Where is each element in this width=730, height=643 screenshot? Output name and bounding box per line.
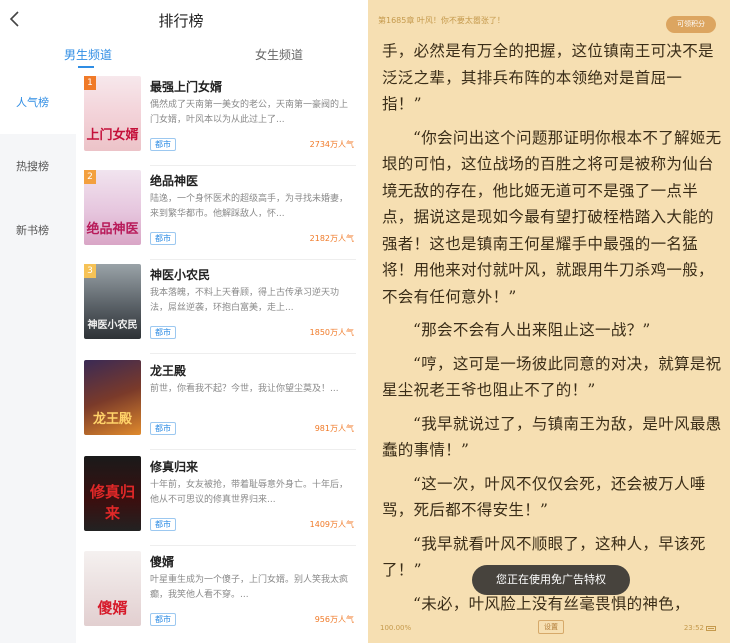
book-title[interactable]: 神医小农民: [150, 266, 210, 283]
divider: [150, 165, 356, 166]
book-list-item[interactable]: 绝品神医 2 绝品神医 陆逸，一个身怀医术的超级高手，为寻找未婚妻，来到繁华都市…: [82, 170, 356, 260]
nav-item-label: 人气榜: [16, 96, 49, 109]
book-title[interactable]: 傻婿: [150, 553, 174, 570]
battery-icon: [706, 625, 716, 631]
divider: [150, 545, 356, 546]
ranking-side-nav: 人气榜 热搜榜 新书榜: [0, 70, 76, 643]
chapter-text: 手，必然是有万全的把握，这位镇南王可决不是泛泛之辈，其排兵布阵的本领绝对是首屈一…: [382, 38, 722, 624]
book-title[interactable]: 绝品神医: [150, 172, 198, 189]
nav-item-label: 热搜榜: [16, 160, 49, 173]
reading-progress: 100.00%: [380, 624, 412, 632]
book-cover[interactable]: 龙王殿: [84, 360, 141, 435]
cover-title: 龙王殿: [92, 412, 132, 427]
book-list-item[interactable]: 傻婿 傻婿 叶星重生成为一个傻子，上门女婿。别人笑我太疯癫，我笑他人看不穿。..…: [82, 551, 356, 641]
cover-title: 傻婿: [97, 599, 128, 617]
cover-title: 上门女婿: [86, 128, 139, 143]
popularity-count: 956万人气: [314, 615, 354, 624]
popularity-count: 2734万人气: [309, 140, 354, 149]
clock: 23:52: [683, 624, 704, 632]
chapter-header: 第1685章 叶风！你不要太嚣张了！: [378, 16, 505, 25]
status-time: 23:52: [684, 624, 716, 632]
popularity-count: 981万人气: [314, 424, 354, 433]
book-description: 偶然成了天南第一美女的老公，天南第一豪阀的上门女婿，叶风本以为从此过上了...: [150, 100, 349, 125]
tab-male-channel[interactable]: 男生频道: [64, 46, 112, 63]
genre-tag: 都市: [150, 138, 176, 151]
divider: [150, 449, 356, 450]
book-description: 叶星重生成为一个傻子，上门女婿。别人笑我太疯癫，我笑他人看不穿。...: [150, 575, 349, 600]
book-title[interactable]: 龙王殿: [150, 362, 186, 379]
genre-tag: 都市: [150, 326, 176, 339]
paragraph: 手，必然是有万全的把握，这位镇南王可决不是泛泛之辈，其排兵布阵的本领绝对是首屈一…: [382, 42, 714, 113]
nav-item-new-books[interactable]: 新书榜: [0, 198, 76, 262]
book-list-item[interactable]: 龙王殿 龙王殿 前世，你看我不起？今世，我让你望尘莫及！... 都市 981万人…: [82, 360, 356, 450]
genre-tag: 都市: [150, 422, 176, 435]
book-list-item[interactable]: 上门女婿 1 最强上门女婿 偶然成了天南第一美女的老公，天南第一豪阀的上门女婿，…: [82, 76, 356, 166]
nav-item-hot-search[interactable]: 热搜榜: [0, 134, 76, 198]
ad-free-toast: 您正在使用免广告特权: [472, 565, 630, 595]
paragraph: “哼，这可是一场彼此同意的对决，就算是祝星尘祝老王爷也阻止不了的！”: [382, 354, 722, 400]
cover-title: 神医小农民: [87, 320, 138, 331]
paragraph: “我早就说过了，与镇南王为敌，是叶风最愚蠢的事情！”: [382, 414, 722, 460]
paragraph: “你会问出这个问题那证明你根本不了解姬无垠的可怕，这位战场的百胜之将可是被称为仙…: [382, 128, 722, 306]
nav-item-label: 新书榜: [16, 224, 49, 237]
cover-title: 绝品神医: [86, 222, 139, 237]
genre-tag: 都市: [150, 232, 176, 245]
book-description: 前世，你看我不起？今世，我让你望尘莫及！...: [150, 384, 339, 394]
popularity-count: 1850万人气: [309, 328, 354, 337]
book-title[interactable]: 最强上门女婿: [150, 78, 222, 95]
popularity-count: 2182万人气: [309, 234, 354, 243]
divider: [150, 259, 356, 260]
nav-item-popular[interactable]: 人气榜: [0, 70, 76, 134]
book-list-item[interactable]: 神医小农民 3 神医小农民 我本落魄，不料上天眷顾，得上古传承习逆天功法，屌丝逆…: [82, 264, 356, 354]
book-title[interactable]: 修真归来: [150, 458, 198, 475]
top-bar: 排行榜: [0, 0, 362, 40]
book-list-item[interactable]: 修真归来 修真归来 十年前，女友被抢，带着耻辱意外身亡。十年后，他从不可思议的修…: [82, 456, 356, 546]
page-title: 排行榜: [158, 12, 204, 30]
popularity-count: 1409万人气: [309, 520, 354, 529]
reader-panel[interactable]: 第1685章 叶风！你不要太嚣张了！ 可领积分 手，必然是有万全的把握，这位镇南…: [368, 0, 730, 643]
paragraph: “那会不会有人出来阻止这一战？”: [413, 321, 651, 339]
settings-button[interactable]: 设置: [538, 620, 564, 634]
tab-female-channel[interactable]: 女生频道: [255, 46, 303, 63]
active-tab-indicator: [78, 66, 94, 68]
genre-tag: 都市: [150, 518, 176, 531]
rank-badge: 2: [84, 170, 96, 184]
rank-badge: 3: [84, 264, 96, 278]
book-cover[interactable]: 修真归来: [84, 456, 141, 531]
channel-tabs: 男生频道 女生频道: [0, 42, 362, 68]
book-description: 我本落魄，不料上天眷顾，得上古传承习逆天功法，屌丝逆袭，环抱白富美，走上...: [150, 288, 340, 313]
genre-tag: 都市: [150, 613, 176, 626]
book-description: 十年前，女友被抢，带着耻辱意外身亡。十年后，他从不可思议的修真世界归来...: [150, 480, 349, 505]
book-cover[interactable]: 傻婿: [84, 551, 141, 626]
ranking-panel: 排行榜 男生频道 女生频道 人气榜 热搜榜 新书榜 上门女婿 1 最强上门女婿 …: [0, 0, 362, 643]
earn-points-button[interactable]: 可领积分: [666, 16, 716, 33]
rank-badge: 1: [84, 76, 96, 90]
paragraph: “这一次，叶风不仅仅会死，还会被万人唾骂，死后都不得安生！”: [382, 474, 706, 520]
book-description: 陆逸，一个身怀医术的超级高手，为寻找未婚妻，来到繁华都市。他解踩敌人，怀...: [150, 194, 349, 219]
cover-title: 修真归来: [89, 483, 135, 522]
divider: [150, 353, 356, 354]
